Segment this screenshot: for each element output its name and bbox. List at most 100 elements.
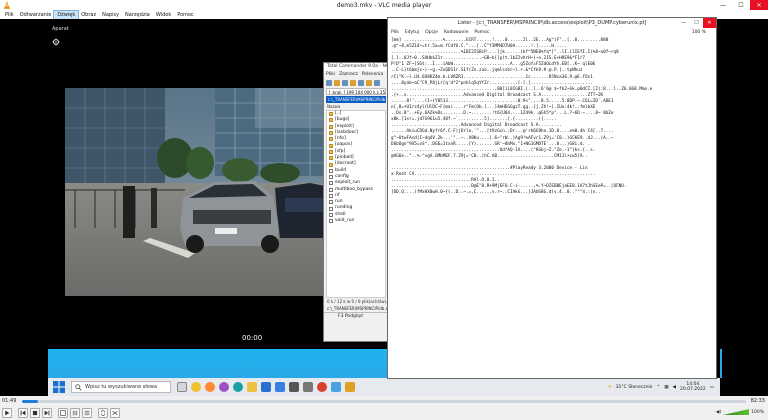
file-icon bbox=[329, 219, 333, 224]
task-view-icon[interactable] bbox=[177, 382, 187, 392]
notification-icon[interactable]: ▭ bbox=[710, 385, 714, 390]
list-item[interactable]: void_run bbox=[329, 218, 385, 224]
play-icon bbox=[5, 410, 10, 416]
volume-control[interactable]: ◀) 100% bbox=[716, 409, 764, 415]
minimize-button[interactable]: — bbox=[714, 0, 732, 10]
network-icon[interactable]: ▦ bbox=[664, 385, 668, 390]
folder-icon bbox=[329, 131, 333, 136]
vlc-menu-item[interactable]: Pomoc bbox=[174, 11, 197, 19]
store-icon[interactable] bbox=[261, 382, 271, 392]
edge-browser-icon[interactable] bbox=[233, 382, 243, 392]
folder-icon bbox=[329, 137, 333, 142]
volume-slider[interactable] bbox=[723, 409, 750, 415]
shuffle-button[interactable] bbox=[110, 408, 120, 418]
file-icon bbox=[329, 194, 333, 198]
weather-text[interactable]: 31°C Słonecznie bbox=[616, 385, 653, 390]
fullscreen-button[interactable] bbox=[58, 408, 68, 418]
vlc-menu-item[interactable]: Dźwięk bbox=[53, 9, 80, 20]
vlc-menu-item[interactable]: Obraz bbox=[78, 11, 99, 19]
gear-icon[interactable] bbox=[52, 38, 60, 46]
vlc-cone-icon bbox=[3, 1, 11, 9]
seek-progress bbox=[22, 399, 38, 403]
lister-text-content[interactable]: [mm] ...............%........ECRT......!… bbox=[388, 37, 716, 377]
stop-button[interactable] bbox=[30, 408, 40, 418]
previous-button[interactable] bbox=[18, 408, 28, 418]
widget-icon[interactable] bbox=[205, 382, 215, 392]
tc-menu-bar: PlikiZaznaczPoleceniaSieć bbox=[324, 71, 388, 78]
tree-view-icon[interactable] bbox=[350, 79, 356, 86]
folder-icon bbox=[329, 124, 333, 129]
lister-text-line: [OD.Q....)fMxHX8wH.0~{(..D..~.=,C.....,v… bbox=[391, 190, 601, 196]
tc-command-line[interactable]: c:\_TRANSFER\MSPRINCIP\db.access> bbox=[324, 305, 388, 312]
lister-window[interactable]: Lister - [c:\_TRANSFER\MSPRINCIP\db.acce… bbox=[387, 17, 717, 379]
tc-column-name[interactable]: Nazwa bbox=[324, 103, 388, 110]
speaker-icon[interactable]: ◀ bbox=[673, 385, 676, 390]
list-view-icon[interactable] bbox=[334, 79, 340, 86]
camera-app-icon[interactable] bbox=[289, 382, 299, 392]
playlist-icon bbox=[84, 410, 90, 416]
taskbar-clock[interactable]: 14:04 20.07.2022 bbox=[680, 382, 706, 392]
taskbar-date: 20.07.2022 bbox=[679, 387, 706, 392]
shuffle-icon bbox=[112, 410, 118, 416]
back-icon[interactable] bbox=[366, 79, 372, 86]
vlc-menu-item[interactable]: Widok bbox=[153, 11, 174, 19]
lister-menu-item[interactable]: Pomoc bbox=[474, 30, 489, 35]
play-button[interactable] bbox=[2, 408, 12, 418]
lister-menu-item[interactable]: Plik bbox=[391, 30, 399, 35]
maximize-button[interactable]: ☐ bbox=[732, 0, 750, 10]
vlc-menu-item[interactable]: Odtwarzanie bbox=[17, 11, 55, 19]
screen: demo3.mkv - VLC media player — ☐ ✕ Plik O… bbox=[0, 0, 768, 420]
tc-title: Total Commander 9.0a - NOT REGISTERED bbox=[324, 63, 388, 71]
tc-current-path[interactable]: c:\_TRANSFER\MSPRINCIP\db.access\ bbox=[326, 96, 386, 103]
weather-widget-icon[interactable] bbox=[191, 382, 201, 392]
detail-view-icon[interactable] bbox=[342, 79, 348, 86]
lister-menu-bar: Plik Edytuj Opcje Kodowanie Pomoc 100 % bbox=[388, 28, 716, 37]
lister-menu-item[interactable]: Edytuj bbox=[405, 30, 419, 35]
tc-file-list[interactable]: [..] [bugs] [exploit] [lasbdoor] [nfo] [oapos… bbox=[326, 110, 386, 298]
tc-drive-selector[interactable]: [_brak_] 199 104 000 k z 250 000 k bbox=[326, 88, 386, 95]
lister-menu-item[interactable]: Opcje bbox=[425, 30, 438, 35]
playlist-button[interactable] bbox=[82, 408, 92, 418]
time-elapsed: 01:49 bbox=[2, 398, 17, 404]
tc-menu-item[interactable]: Polecenia bbox=[362, 72, 383, 77]
taskbar-search-box[interactable]: Wpisz tu wyszukiwane słowa bbox=[71, 381, 171, 393]
list-item-label: multiboo_bypass bbox=[335, 186, 373, 192]
list-item-label: void_run bbox=[335, 218, 355, 224]
close-button[interactable]: ✕ bbox=[750, 0, 768, 10]
total-commander-icon[interactable] bbox=[345, 382, 355, 392]
avatar[interactable] bbox=[219, 382, 229, 392]
file-icon bbox=[329, 168, 333, 173]
file-icon bbox=[329, 175, 333, 180]
vlc-menu-item[interactable]: Napisy bbox=[99, 11, 122, 19]
tc-f3-view-button[interactable]: F3 Podgląd bbox=[324, 312, 388, 320]
video-frame bbox=[65, 88, 325, 296]
vlc-title-bar: demo3.mkv - VLC media player — ☐ ✕ bbox=[0, 0, 768, 10]
folder-icon bbox=[329, 149, 333, 154]
loop-button[interactable] bbox=[98, 408, 108, 418]
extended-settings-button[interactable] bbox=[70, 408, 80, 418]
lister-minimize-button[interactable]: — bbox=[677, 18, 690, 28]
sort-icon[interactable] bbox=[358, 79, 364, 86]
forward-icon[interactable] bbox=[374, 79, 380, 86]
chrome-icon[interactable] bbox=[317, 382, 327, 392]
windows-taskbar: Wpisz tu wyszukiwane słowa ☀ 31°C Słonec… bbox=[48, 378, 720, 396]
settings-icon[interactable] bbox=[303, 382, 313, 392]
speaker-volume-icon[interactable]: ◀) bbox=[716, 410, 721, 415]
seek-slider[interactable] bbox=[22, 399, 746, 403]
vlc-menu-item[interactable]: Narzędzia bbox=[122, 11, 153, 19]
lister-maximize-button[interactable]: ☐ bbox=[690, 18, 703, 28]
notepad-icon[interactable] bbox=[331, 382, 341, 392]
file-icon bbox=[329, 206, 333, 211]
next-button[interactable] bbox=[42, 408, 52, 418]
tc-menu-item[interactable]: Pliki bbox=[326, 72, 335, 77]
lister-menu-item[interactable]: Kodowanie bbox=[444, 30, 468, 35]
file-explorer-icon[interactable] bbox=[247, 382, 257, 392]
mail-icon[interactable] bbox=[275, 382, 285, 392]
windows-start-icon[interactable] bbox=[53, 381, 65, 393]
vlc-menu-item[interactable]: Plik bbox=[2, 11, 17, 19]
tray-chevron-icon[interactable]: ^ bbox=[656, 385, 660, 390]
refresh-icon[interactable] bbox=[326, 79, 332, 86]
total-commander-window[interactable]: Total Commander 9.0a - NOT REGISTERED Pl… bbox=[323, 62, 389, 342]
tc-menu-item[interactable]: Zaznacz bbox=[339, 72, 358, 77]
lister-close-button[interactable]: ✕ bbox=[703, 18, 716, 28]
